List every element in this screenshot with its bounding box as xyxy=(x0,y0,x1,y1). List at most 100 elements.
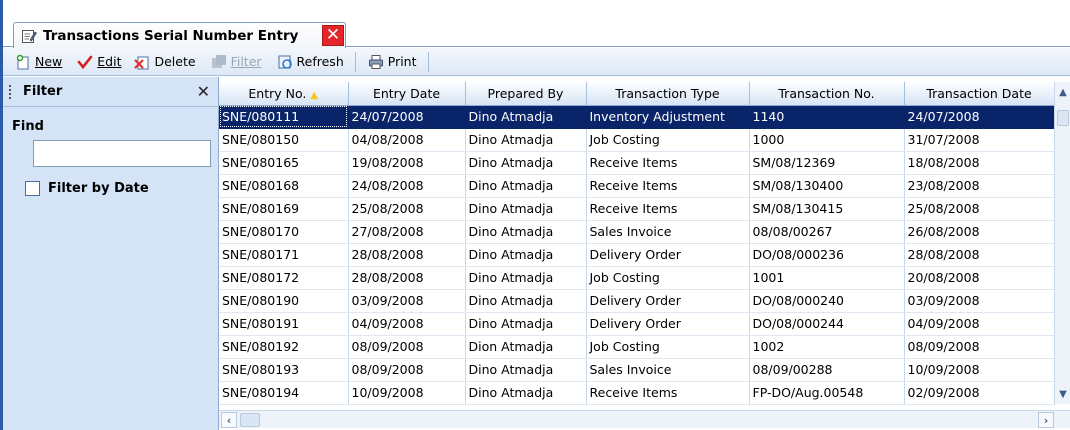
table-cell: FP-DO/Aug.00548 xyxy=(749,381,905,405)
table-cell: 04/09/2008 xyxy=(348,312,466,336)
table-row[interactable]: SNE/080194 10/09/2008 Dino Atmadja Receive … xyxy=(219,381,1055,405)
table-row[interactable]: SNE/080172 28/08/2008 Dino Atmadja Job Cost… xyxy=(219,266,1055,290)
table-cell: SNE/080150 xyxy=(219,128,349,152)
column-header-label: Entry No. xyxy=(248,85,307,101)
table-cell: SNE/080170 xyxy=(219,220,349,244)
table-cell: 10/09/2008 xyxy=(904,358,1055,382)
table-row[interactable]: SNE/080193 08/09/2008 Dino Atmadja Sales In… xyxy=(219,358,1055,382)
column-header[interactable]: Prepared By xyxy=(465,82,587,106)
table-cell: SNE/080169 xyxy=(219,197,349,221)
table-cell: Dino Atmadja xyxy=(465,358,587,382)
scroll-right-icon[interactable]: › xyxy=(1038,412,1054,428)
filter-panel-title: Filter xyxy=(23,84,63,99)
column-header[interactable]: Entry Date xyxy=(348,82,466,106)
table-row[interactable]: SNE/080150 04/08/2008 Dino Atmadja Job Cost… xyxy=(219,128,1055,152)
table-cell: Delivery Order xyxy=(586,312,750,336)
table-cell: Dino Atmadja xyxy=(465,243,587,267)
column-header[interactable]: Entry No. ▲ xyxy=(219,82,349,106)
filter-by-date-checkbox[interactable] xyxy=(25,181,40,196)
table-cell: SNE/080168 xyxy=(219,174,349,198)
horizontal-scrollbar[interactable]: ‹ › xyxy=(219,410,1070,428)
table-cell: 10/09/2008 xyxy=(348,381,466,405)
top-strip xyxy=(3,0,1070,20)
delete-label: Delete xyxy=(154,54,196,69)
table-row[interactable]: SNE/080191 04/09/2008 Dino Atmadja Delivery… xyxy=(219,312,1055,336)
column-header[interactable]: Transaction Date xyxy=(904,82,1055,106)
scroll-left-icon[interactable]: ‹ xyxy=(221,412,237,428)
tab-title: Transactions Serial Number Entry xyxy=(43,27,299,44)
table-cell: SNE/080165 xyxy=(219,151,349,175)
column-header-label: Entry Date xyxy=(372,85,441,101)
toolbar-separator xyxy=(354,51,356,72)
table-cell: Job Costing xyxy=(586,266,750,290)
table-row[interactable]: SNE/080165 19/08/2008 Dino Atmadja Receive … xyxy=(219,151,1055,175)
table-cell: 1001 xyxy=(749,266,905,290)
print-button[interactable]: Print xyxy=(364,50,420,74)
table-cell: 08/09/2008 xyxy=(348,335,466,359)
table-cell: SNE/080190 xyxy=(219,289,349,313)
new-button[interactable]: New xyxy=(11,50,65,74)
table-cell: SNE/080172 xyxy=(219,266,349,290)
delete-icon xyxy=(133,53,151,71)
table-row[interactable]: SNE/080169 25/08/2008 Dino Atmadja Receive … xyxy=(219,197,1055,221)
table-cell: 24/07/2008 xyxy=(904,105,1055,129)
toolbar: New Edit Delete Filter Refresh Print xyxy=(3,48,1070,76)
vertical-scrollbar[interactable]: ▲ ▼ xyxy=(1054,82,1070,404)
close-icon[interactable]: ✕ xyxy=(197,82,210,101)
column-header[interactable]: Transaction No. xyxy=(749,82,905,106)
table-cell: SM/08/130400 xyxy=(749,174,905,198)
filter-by-date-row[interactable]: Filter by Date xyxy=(25,181,149,196)
delete-button[interactable]: Delete xyxy=(130,50,198,74)
table-row[interactable]: SNE/080192 08/09/2008 Dion Atmadja Job Cost… xyxy=(219,335,1055,359)
scroll-up-icon[interactable]: ▲ xyxy=(1056,84,1070,100)
drag-grip-icon[interactable] xyxy=(9,84,13,99)
table-cell: Dino Atmadja xyxy=(465,289,587,313)
table-cell: 25/08/2008 xyxy=(904,197,1055,221)
table-cell: Sales Invoice xyxy=(586,220,750,244)
table-cell: 1002 xyxy=(749,335,905,359)
table-cell: SNE/080194 xyxy=(219,381,349,405)
table-cell: 08/09/2008 xyxy=(348,358,466,382)
refresh-button[interactable]: Refresh xyxy=(273,50,347,74)
filter-button[interactable]: Filter xyxy=(207,50,265,74)
horizontal-scroll-thumb[interactable] xyxy=(240,413,260,427)
table-cell: 24/07/2008 xyxy=(348,105,466,129)
table-row[interactable]: SNE/080171 28/08/2008 Dino Atmadja Delivery… xyxy=(219,243,1055,267)
document-edit-icon xyxy=(19,26,39,46)
table-cell: SM/08/12369 xyxy=(749,151,905,175)
table-cell: SNE/080193 xyxy=(219,358,349,382)
table-cell: Dino Atmadja xyxy=(465,312,587,336)
scroll-down-icon[interactable]: ▼ xyxy=(1056,386,1070,402)
vertical-scroll-thumb[interactable] xyxy=(1057,110,1069,126)
table-cell: 03/09/2008 xyxy=(348,289,466,313)
table-cell: Inventory Adjustment xyxy=(586,105,750,129)
find-input[interactable] xyxy=(33,140,211,167)
table-row[interactable]: SNE/080170 27/08/2008 Dino Atmadja Sales In… xyxy=(219,220,1055,244)
table-row[interactable]: SNE/080190 03/09/2008 Dino Atmadja Delivery… xyxy=(219,289,1055,313)
table-row[interactable]: SNE/080111 24/07/2008 Dino Atmadja Inventor… xyxy=(219,105,1055,129)
table-cell: Dino Atmadja xyxy=(465,266,587,290)
column-header-label: Transaction Type xyxy=(615,85,720,101)
table-cell: 03/09/2008 xyxy=(904,289,1055,313)
table-cell: SNE/080191 xyxy=(219,312,349,336)
tab-transactions-serial-number-entry[interactable]: Transactions Serial Number Entry ✕ xyxy=(13,22,346,48)
table-cell: Receive Items xyxy=(586,197,750,221)
table-cell: 04/09/2008 xyxy=(904,312,1055,336)
refresh-label: Refresh xyxy=(296,54,344,69)
table-cell: Dino Atmadja xyxy=(465,174,587,198)
edit-button[interactable]: Edit xyxy=(73,50,124,74)
column-header-label: Prepared By xyxy=(487,85,564,101)
table-cell: 31/07/2008 xyxy=(904,128,1055,152)
table-cell: 28/08/2008 xyxy=(348,243,466,267)
table-cell: 28/08/2008 xyxy=(904,243,1055,267)
table-cell: 08/09/00288 xyxy=(749,358,905,382)
close-icon[interactable]: ✕ xyxy=(322,25,344,46)
table-cell: Delivery Order xyxy=(586,243,750,267)
table-row[interactable]: SNE/080168 24/08/2008 Dino Atmadja Receive … xyxy=(219,174,1055,198)
find-label: Find xyxy=(12,119,44,134)
column-header[interactable]: Transaction Type xyxy=(586,82,750,106)
table-cell: DO/08/000244 xyxy=(749,312,905,336)
checkmark-edit-icon xyxy=(76,53,94,71)
edit-label: Edit xyxy=(97,54,122,69)
table-cell: Dino Atmadja xyxy=(465,381,587,405)
